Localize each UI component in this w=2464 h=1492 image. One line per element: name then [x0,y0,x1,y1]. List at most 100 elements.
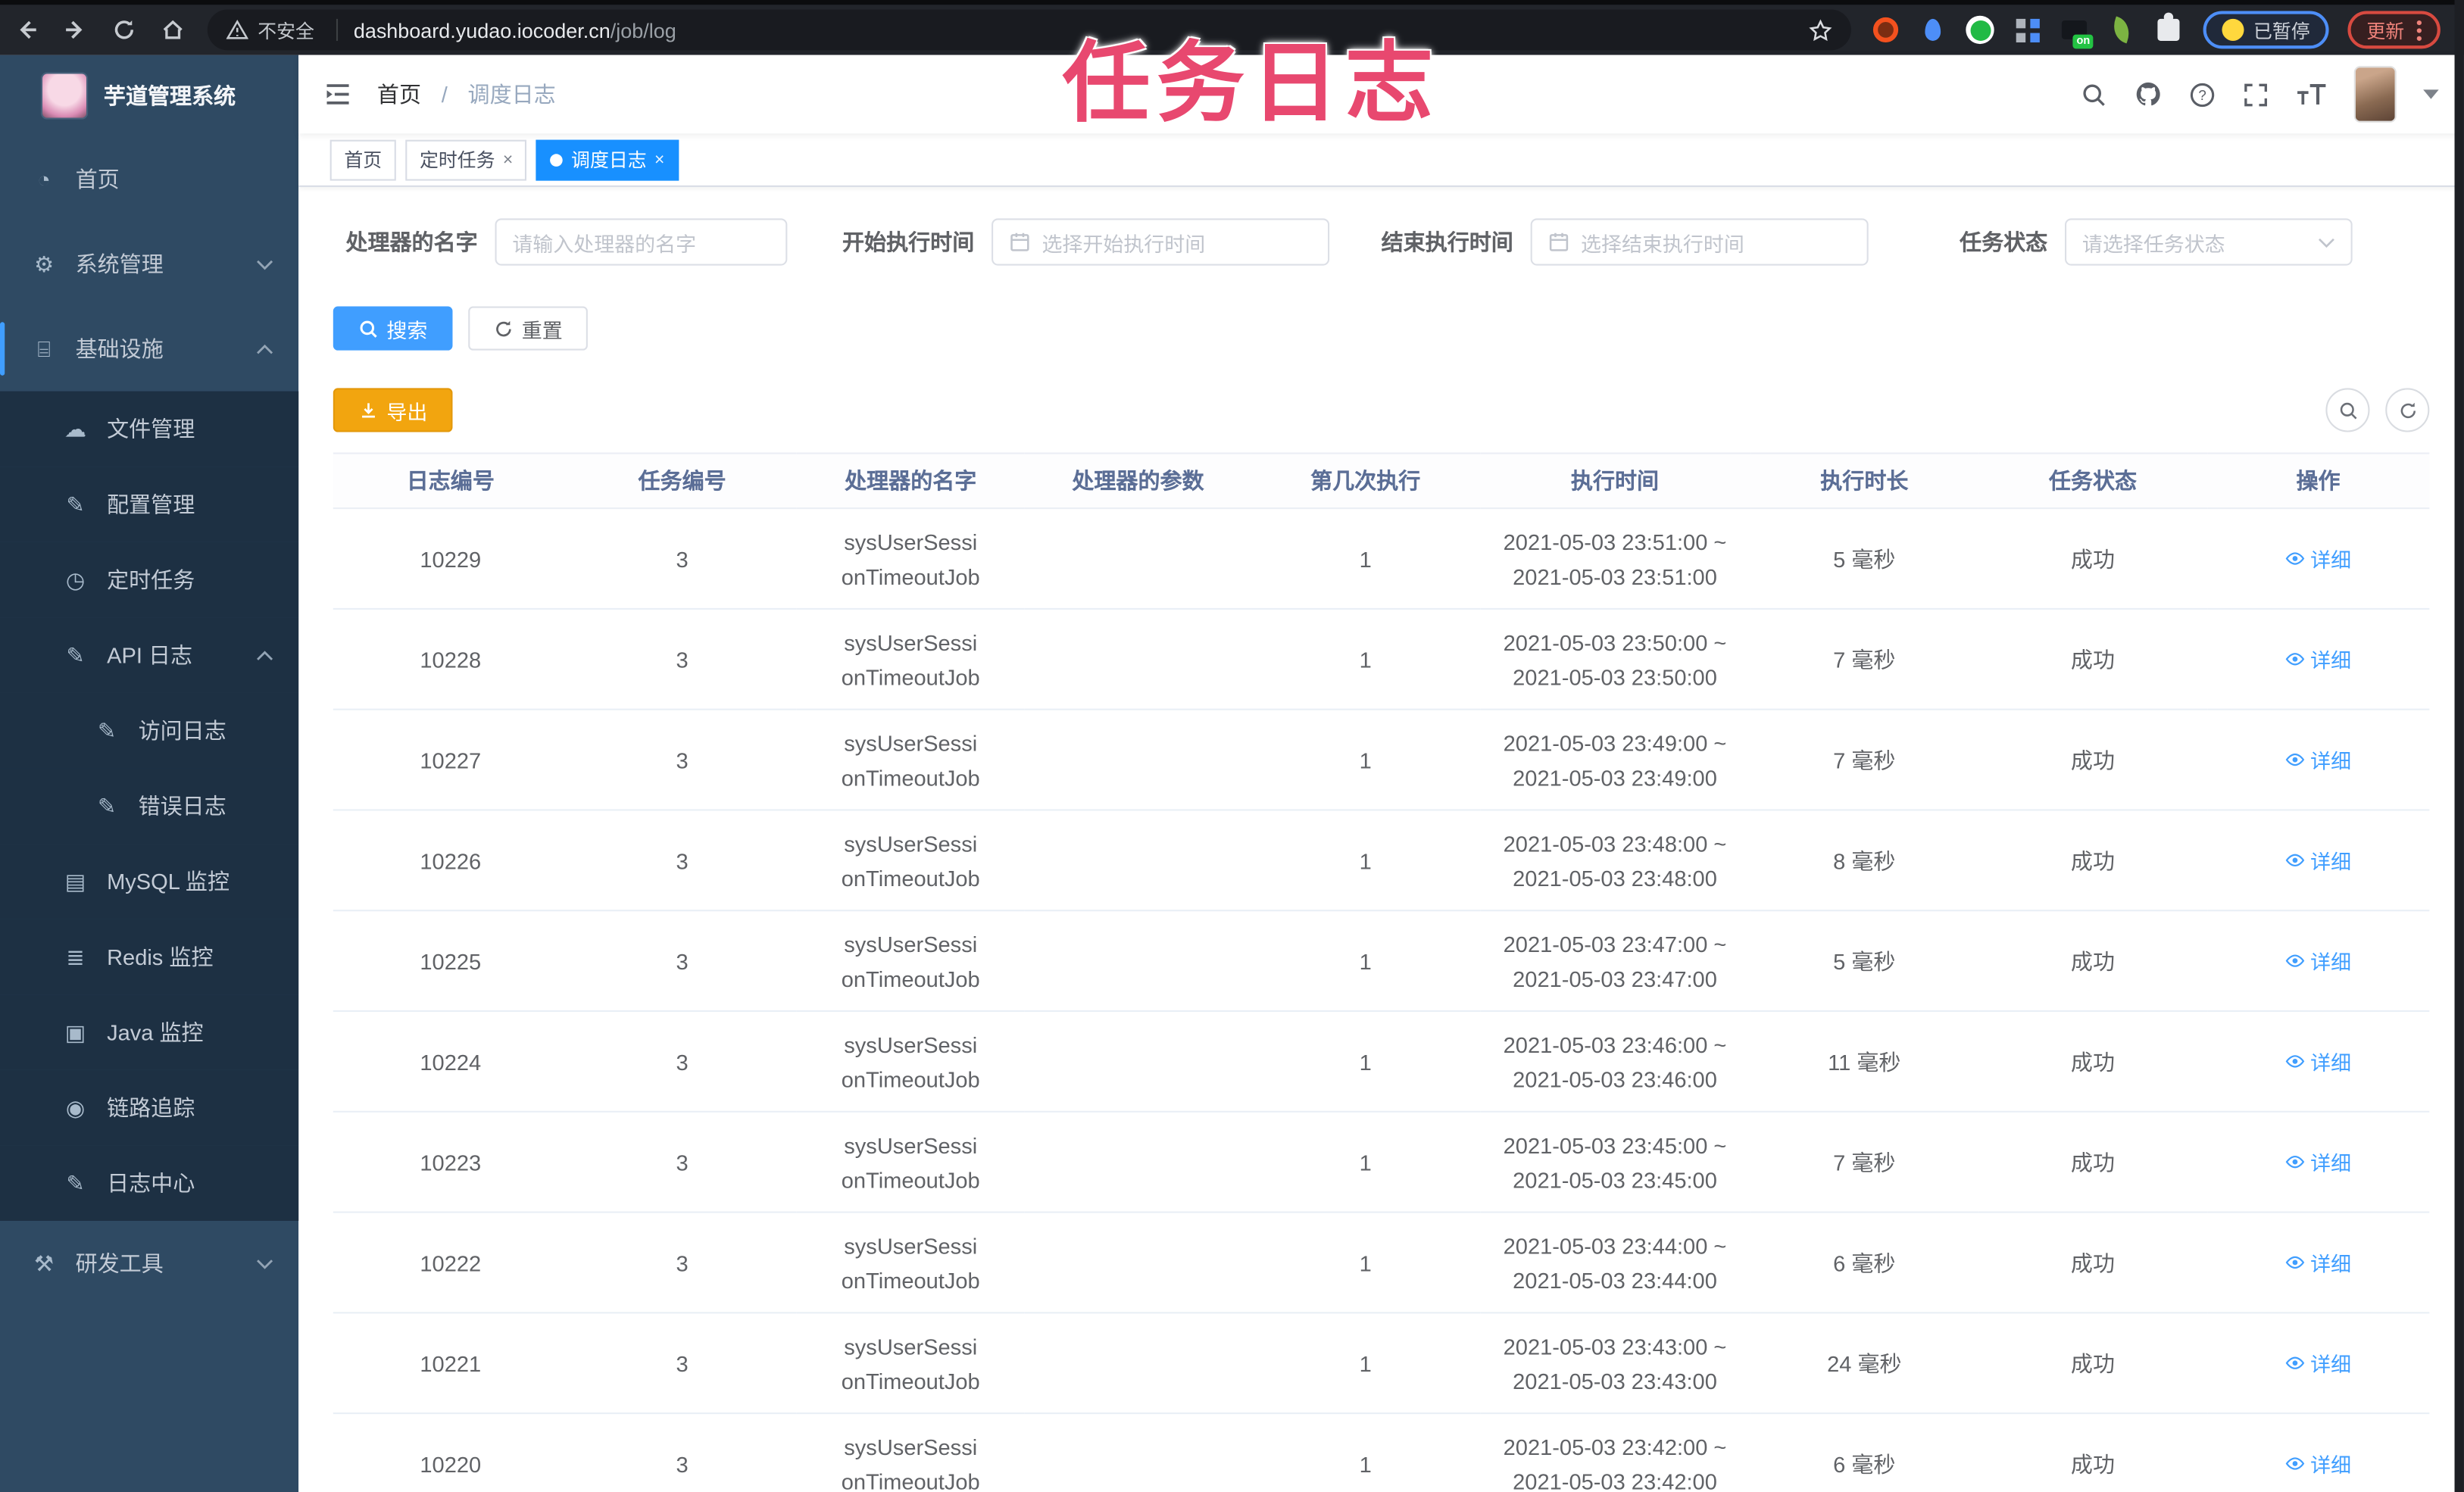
refresh-icon [496,320,511,336]
search-button[interactable]: 搜索 [333,306,453,351]
sidebar: 芋道管理系统 ◔ 首页 ⚙ 系统管理 ⌸ 基础设施 ☁ 文件管理 ✎ 配置管理 … [0,55,299,1492]
sidebar-item-infra[interactable]: ⌸ 基础设施 [0,307,298,392]
sidebar-item-devtools[interactable]: ⚒ 研发工具 [0,1221,298,1306]
extension-icon[interactable]: on [2059,14,2094,49]
sidebar-item-trace[interactable]: ◉ 链路追踪 [0,1069,299,1146]
close-icon[interactable]: × [503,150,513,169]
cell-log-id: 10223 [333,1111,568,1213]
sidebar-item-home[interactable]: ◔ 首页 [0,136,298,221]
sidebar-item-system[interactable]: ⚙ 系统管理 [0,222,298,307]
update-button[interactable]: 更新 [2347,11,2441,49]
bookmark-star-icon[interactable] [1809,18,1832,42]
help-icon[interactable]: ? [2189,81,2216,108]
extension-icon[interactable] [1917,14,1948,45]
toggle-search-button[interactable] [2325,388,2370,432]
detail-link[interactable]: 详细 [2285,1247,2351,1277]
extension-icon[interactable] [2153,12,2184,45]
close-icon[interactable]: × [654,150,664,169]
security-label: 不安全 [258,19,314,42]
extension-icon[interactable] [1870,14,1901,45]
sidebar-item-config[interactable]: ✎ 配置管理 [0,467,299,542]
calendar-icon [1010,233,1029,251]
search-icon[interactable] [2081,81,2107,108]
eye-icon [2286,753,2305,766]
detail-link[interactable]: 详细 [2285,1047,2351,1076]
sidebar-item-file[interactable]: ☁ 文件管理 [0,391,299,467]
begin-time-input[interactable]: 选择开始执行时间 [992,218,1330,266]
table-row: 10225 3 sysUserSessionTimeoutJob 1 2021-… [333,910,2430,1013]
col-status: 任务状态 [1978,452,2207,510]
edit-square-icon: ✎ [97,717,117,743]
cell-times: 1 [1251,1111,1480,1213]
status-label: 任务状态 [1960,229,2048,255]
cell-duration: 24 毫秒 [1750,1313,1979,1415]
cell-actions: 详细 [2206,1313,2430,1415]
fullscreen-icon[interactable] [2242,81,2269,108]
forward-icon[interactable] [54,8,98,52]
cell-job-id: 3 [567,709,797,811]
github-icon[interactable] [2134,80,2162,108]
sidebar-item-java[interactable]: ▣ Java 监控 [0,994,299,1070]
app-logo[interactable]: 芋道管理系统 [0,55,298,137]
caret-down-icon[interactable] [2423,89,2439,99]
avatar[interactable] [2353,66,2397,123]
dashboard-icon: ◔ [37,166,51,192]
detail-link[interactable]: 详细 [2285,1348,2351,1378]
cell-times: 1 [1251,1313,1480,1415]
cell-handler-name: sysUserSessionTimeoutJob [796,1111,1026,1213]
hamburger-icon[interactable] [323,82,351,107]
refresh-table-button[interactable] [2385,388,2430,432]
extension-icon[interactable] [2011,14,2042,45]
security-chip[interactable]: 不安全 [226,17,354,43]
sidebar-item-log-center[interactable]: ✎ 日志中心 [0,1145,299,1221]
status-select[interactable]: 请选择任务状态 [2065,218,2353,266]
table-row: 10223 3 sysUserSessionTimeoutJob 1 2021-… [333,1111,2430,1213]
cell-job-id: 3 [567,608,797,710]
detail-link[interactable]: 详细 [2285,744,2351,774]
tab-timed-task[interactable]: 定时任务 × [405,139,527,180]
detail-link[interactable]: 详细 [2285,1449,2351,1478]
cell-status: 成功 [1978,709,2207,811]
sidebar-item-error-log[interactable]: ✎ 错误日志 [0,768,299,844]
cell-log-id: 10226 [333,810,568,912]
cell-job-id: 3 [567,910,797,1013]
reset-button[interactable]: 重置 [468,306,588,351]
detail-link[interactable]: 详细 [2285,645,2351,674]
sidebar-item-access-log[interactable]: ✎ 访问日志 [0,692,299,769]
begin-time-label: 开始执行时间 [842,229,975,255]
detail-link[interactable]: 详细 [2285,845,2351,875]
cell-actions: 详细 [2206,709,2430,811]
sidebar-item-redis[interactable]: ≣ Redis 监控 [0,919,299,995]
handler-name-input[interactable]: 请输入处理器的名字 [495,218,788,266]
back-icon[interactable] [5,8,48,52]
cell-handler-name: sysUserSessionTimeoutJob [796,910,1026,1013]
paused-badge[interactable]: 已暂停 [2203,11,2329,49]
sidebar-item-job[interactable]: ◷ 定时任务 [0,542,299,618]
extension-icon[interactable] [2106,14,2137,45]
tab-home[interactable]: 首页 [329,139,396,180]
menu-dots-icon[interactable] [2416,19,2422,40]
scrollbar[interactable] [2454,0,2464,1492]
detail-link[interactable]: 详细 [2285,946,2351,975]
cell-handler-name: sysUserSessionTimeoutJob [796,1212,1026,1314]
eye-icon [2286,1256,2305,1269]
cell-times: 1 [1251,910,1480,1013]
reload-icon[interactable] [102,8,146,52]
table-row: 10229 3 sysUserSessionTimeoutJob 1 2021-… [333,508,2430,610]
end-time-input[interactable]: 选择结束执行时间 [1530,218,1869,266]
tab-schedule-log[interactable]: 调度日志 × [536,139,679,180]
cell-times: 1 [1251,1011,1480,1113]
export-button[interactable]: 导出 [333,388,453,432]
search-icon [360,320,377,337]
home-icon[interactable] [151,8,195,52]
sidebar-item-api-log[interactable]: ✎ API 日志 [0,617,299,693]
font-size-icon[interactable] [2296,82,2327,107]
breadcrumb-home[interactable]: 首页 [377,82,421,107]
sidebar-item-mysql[interactable]: ▤ MySQL 监控 [0,844,299,919]
detail-link[interactable]: 详细 [2285,544,2351,573]
monitor-icon: ⌸ [37,335,51,361]
address-bar[interactable]: 不安全 dashboard.yudao.iocoder.cn/job/log [207,9,1851,51]
detail-link[interactable]: 详细 [2285,1147,2351,1176]
extension-icon[interactable] [1964,14,1995,45]
cell-job-id: 3 [567,1313,797,1415]
